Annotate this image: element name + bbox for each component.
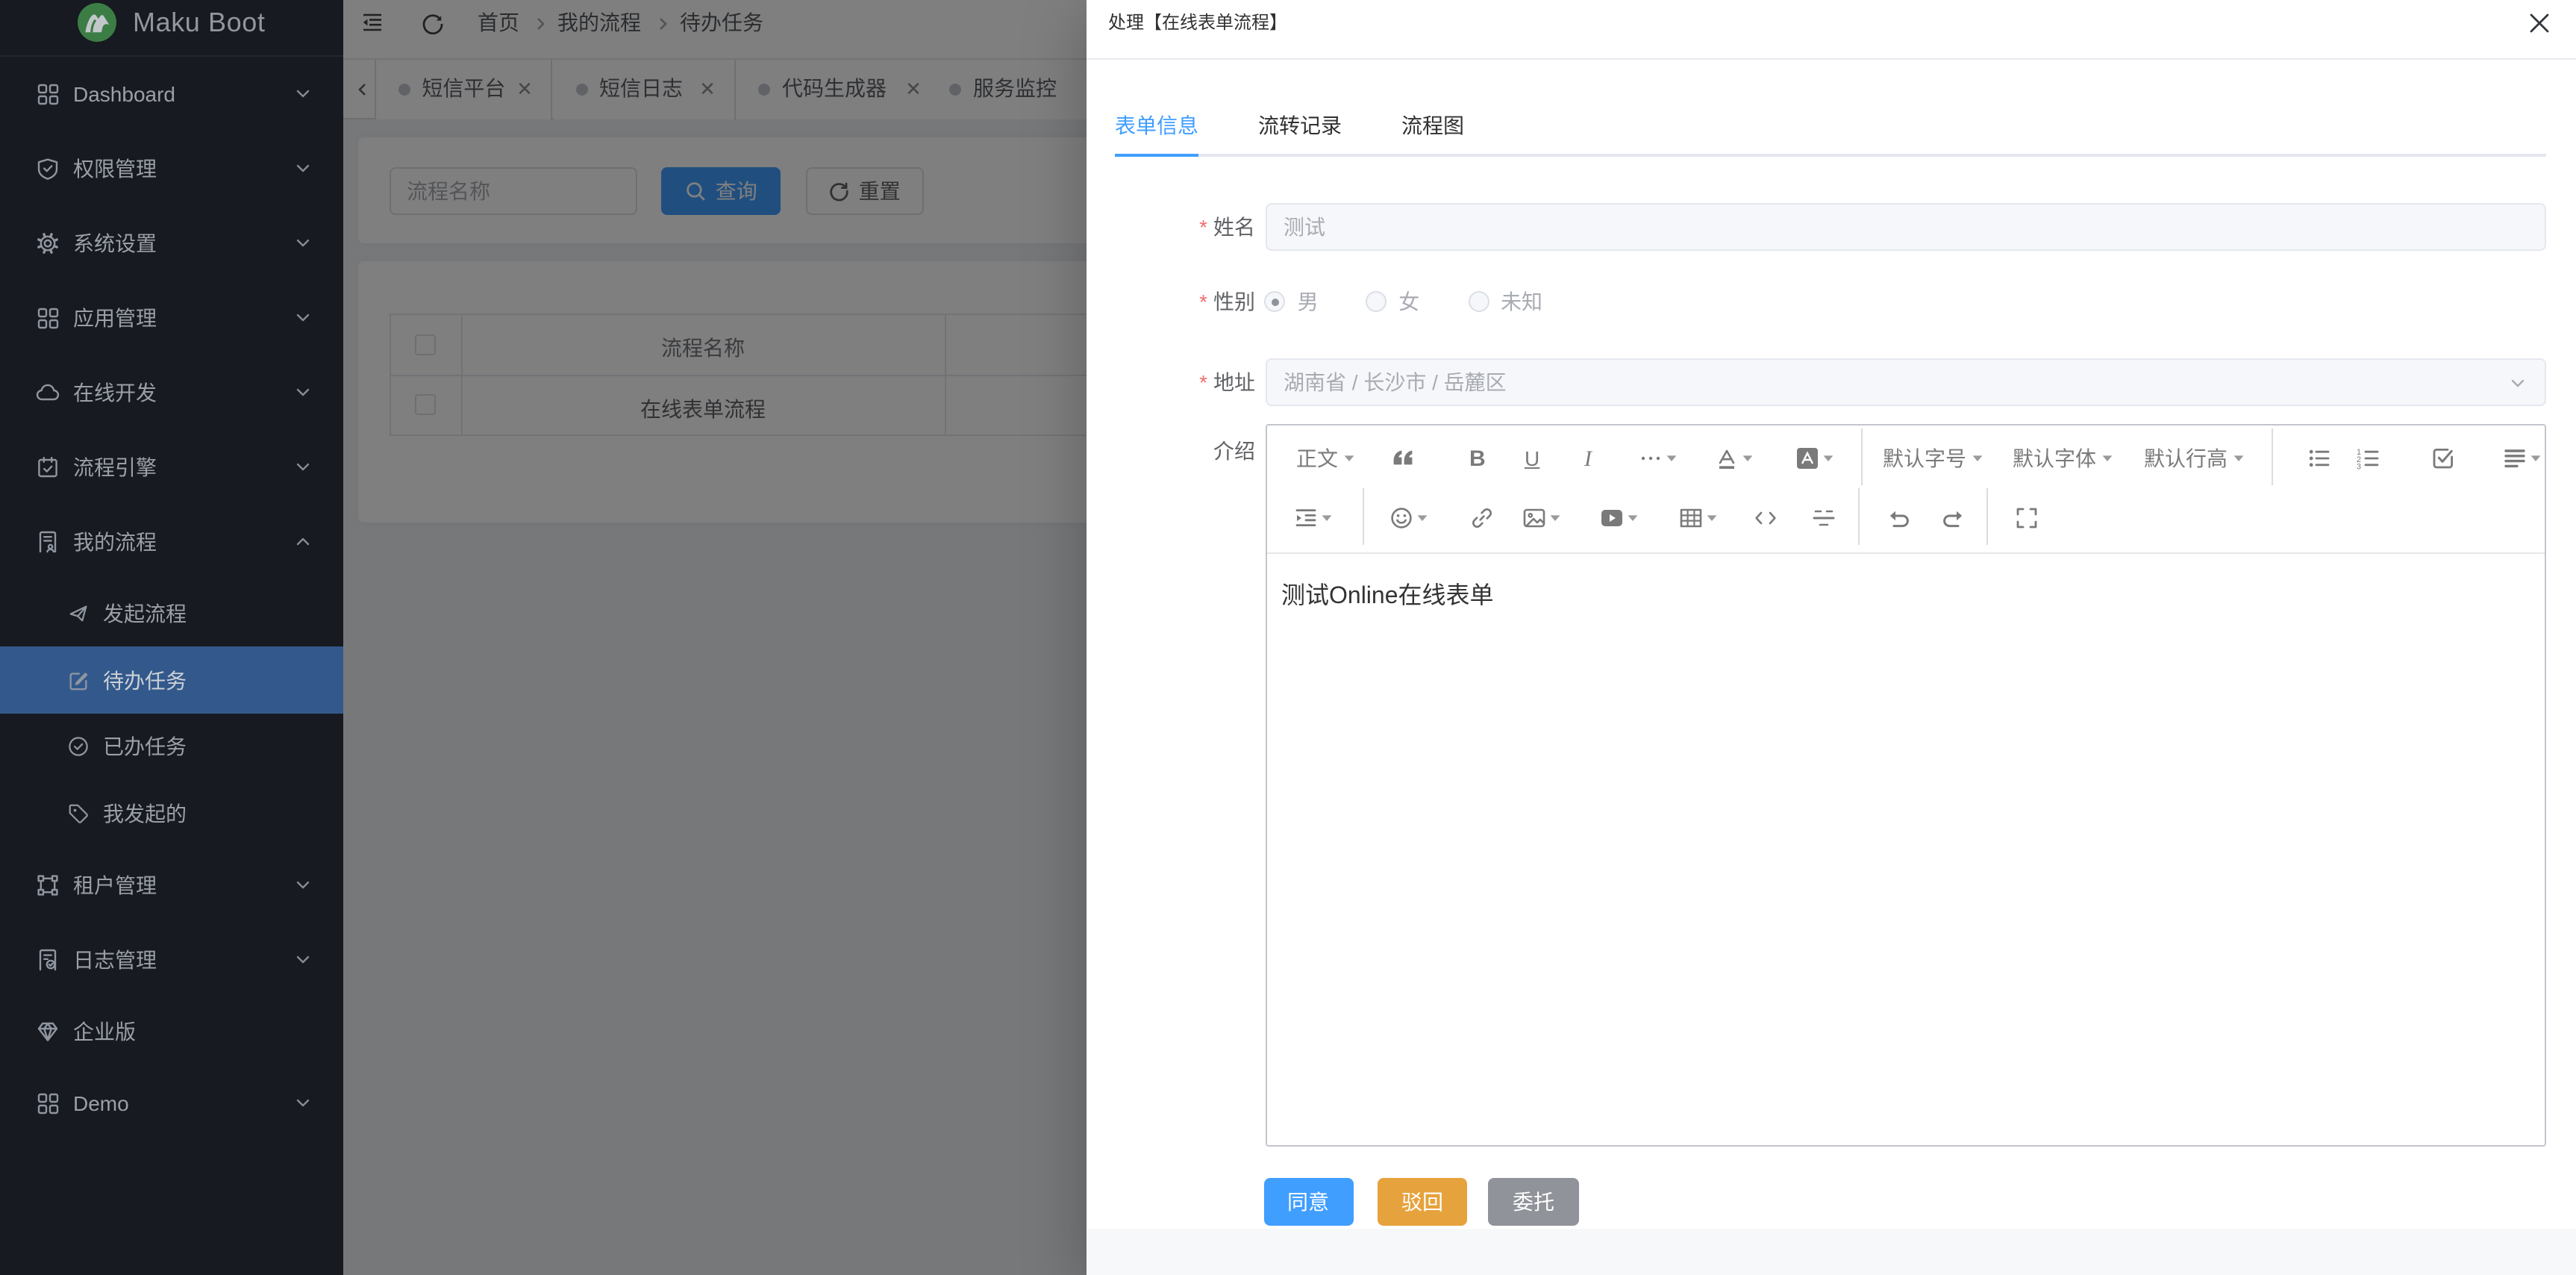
svg-text:3: 3 [2356,462,2360,470]
